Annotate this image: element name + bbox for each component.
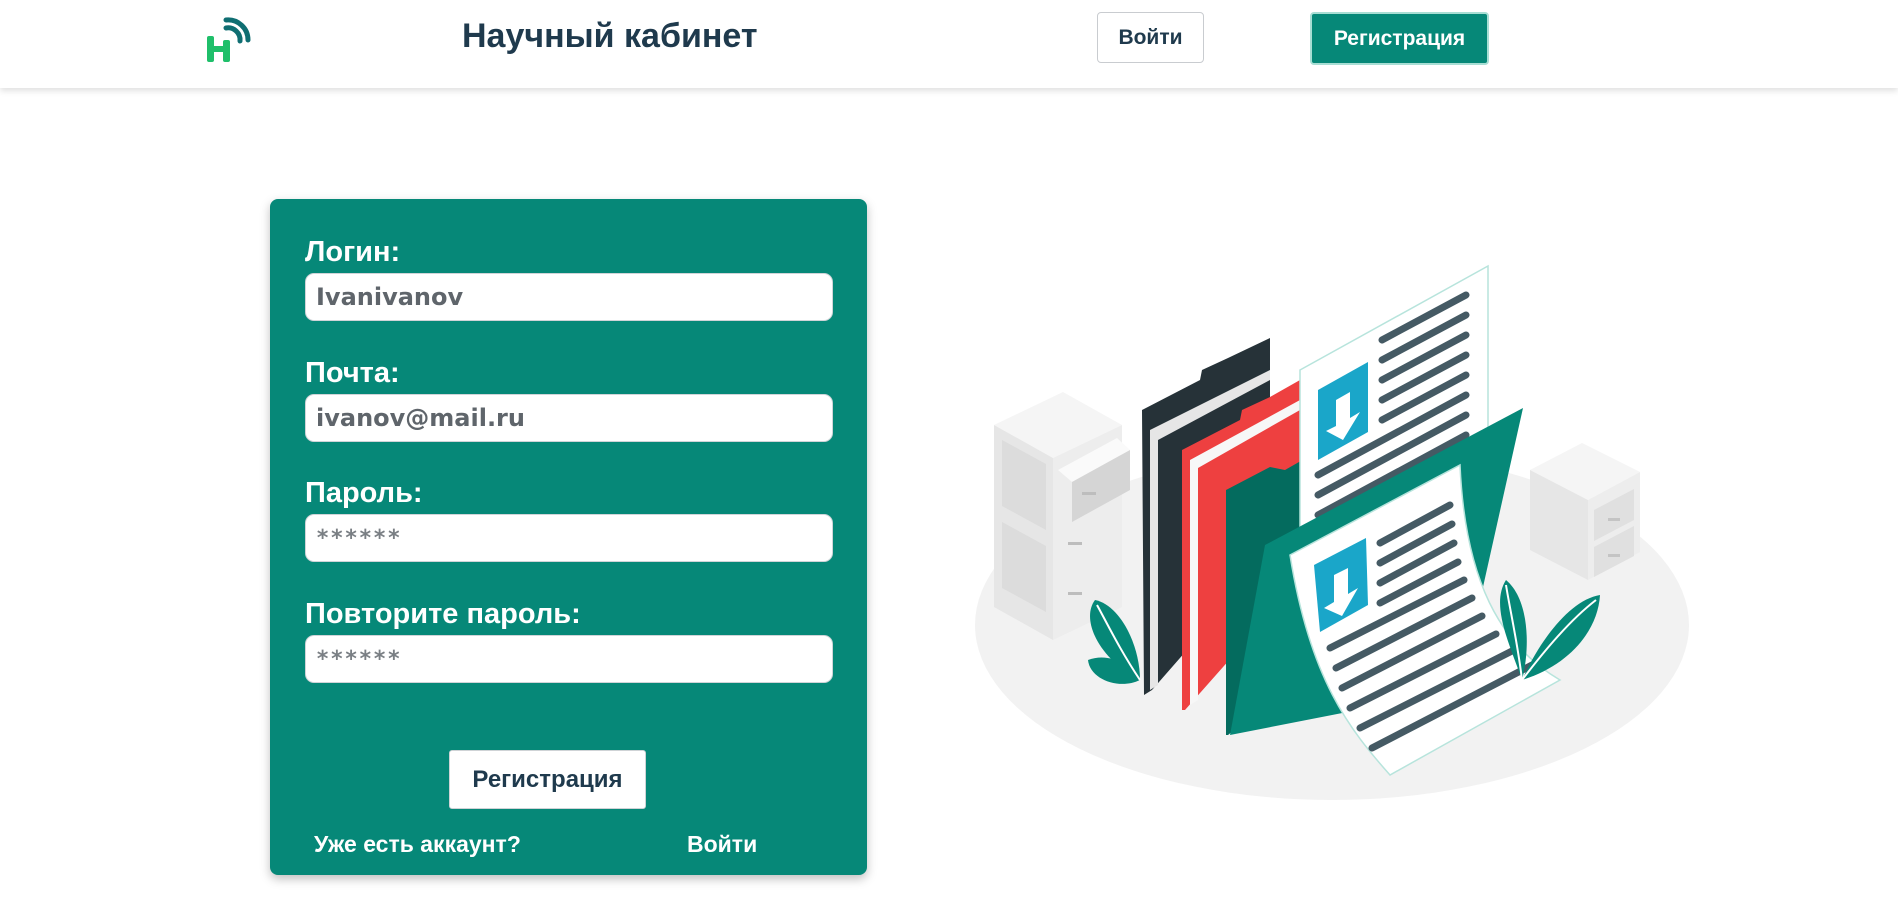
- password-label: Пароль:: [305, 477, 423, 509]
- have-account-text: Уже есть аккаунт?: [314, 831, 521, 857]
- login-link[interactable]: Войти: [687, 831, 757, 858]
- repeat-password-label: Повторите пароль:: [305, 598, 581, 630]
- documents-folders-illustration-icon: [975, 264, 1689, 800]
- register-submit-button[interactable]: Регистрация: [449, 750, 646, 809]
- registration-form: Логин: Ivanivanov Почта: ivanov@mail.ru …: [270, 199, 867, 875]
- email-label: Почта:: [305, 357, 400, 389]
- login-label: Логин:: [305, 236, 401, 268]
- logo-icon[interactable]: [204, 14, 252, 64]
- email-input[interactable]: ivanov@mail.ru: [305, 394, 833, 442]
- top-navbar: Научный кабинет Войти Регистрация: [0, 0, 1898, 88]
- app-title: Научный кабинет: [462, 17, 758, 55]
- documents-illustration: [970, 260, 1690, 805]
- header-login-button[interactable]: Войти: [1097, 12, 1204, 63]
- repeat-password-input[interactable]: ******: [305, 635, 833, 683]
- header-register-button[interactable]: Регистрация: [1310, 12, 1489, 65]
- login-input[interactable]: Ivanivanov: [305, 273, 833, 321]
- password-input[interactable]: ******: [305, 514, 833, 562]
